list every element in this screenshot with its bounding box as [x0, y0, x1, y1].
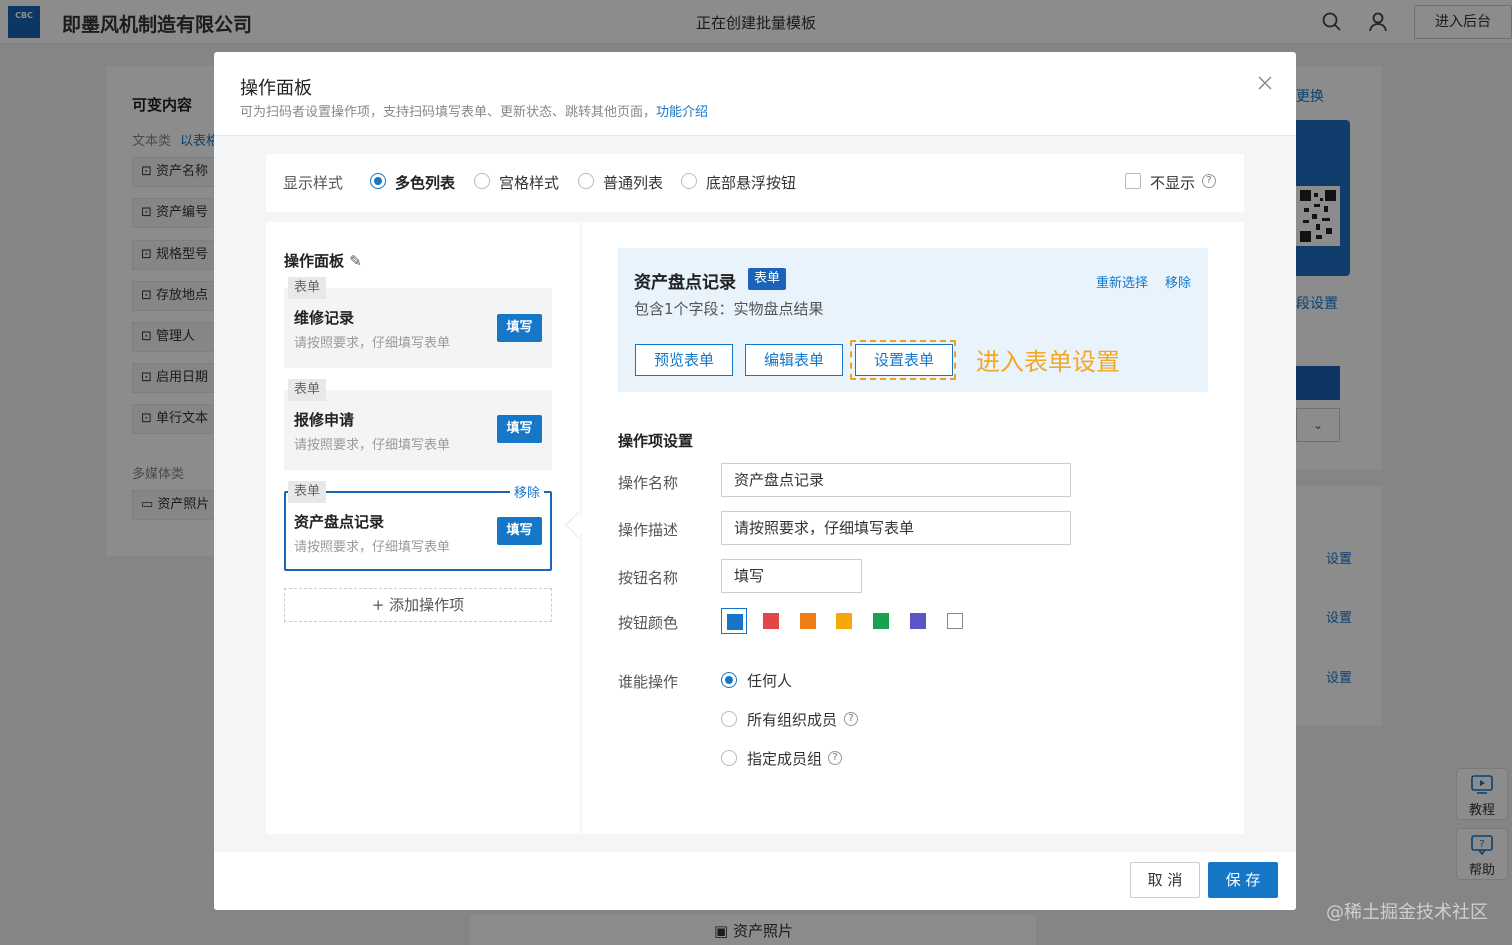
help-icon[interactable]: ? — [1202, 174, 1216, 188]
color-swatch[interactable] — [795, 608, 821, 634]
color-swatch-fill — [727, 614, 743, 630]
color-swatch[interactable] — [721, 608, 747, 634]
card-name: 维修记录 — [294, 309, 355, 327]
form-name: 资产盘点记录 — [634, 273, 736, 293]
color-swatch-fill — [799, 613, 816, 629]
card-fill-button[interactable]: 填写 — [497, 415, 542, 443]
display-style-label: 显示样式 — [283, 174, 344, 192]
operation-desc-input[interactable]: 请按照要求，仔细填写表单 — [721, 511, 1071, 545]
card-tag: 表单 — [288, 379, 327, 401]
card-fill-button[interactable]: 填写 — [497, 517, 542, 545]
cancel-button[interactable]: 取 消 — [1130, 862, 1200, 898]
color-swatch[interactable] — [868, 608, 894, 634]
color-swatch[interactable] — [942, 608, 968, 634]
color-swatch-fill — [910, 613, 926, 629]
color-swatch[interactable] — [831, 608, 857, 634]
color-swatch-fill — [873, 613, 890, 629]
edit-icon[interactable]: ✎ — [349, 252, 362, 270]
modal-subtitle: 可为扫码者设置操作项，支持扫码填写表单、更新状态、跳转其他页面，功能介绍 — [240, 105, 709, 120]
help-icon[interactable]: ? — [828, 751, 842, 765]
feature-intro-link[interactable]: 功能介绍 — [656, 105, 708, 120]
card-fill-button[interactable]: 填写 — [497, 314, 542, 342]
card-name: 报修申请 — [294, 411, 355, 429]
card-desc: 请按照要求，仔细填写表单 — [294, 336, 451, 351]
card-desc: 请按照要求，仔细填写表单 — [294, 438, 451, 453]
panel-title: 操作面板 ✎ — [284, 252, 362, 270]
permission-member-group[interactable]: 指定成员组 — [747, 748, 822, 769]
color-swatch-fill — [762, 613, 779, 629]
form-settings-button[interactable]: 设置表单 — [855, 344, 953, 376]
style-option-grid[interactable]: 宫格样式 — [499, 172, 559, 193]
operation-panel-modal: 操作面板 可为扫码者设置操作项，支持扫码填写表单、更新状态、跳转其他页面，功能介… — [214, 52, 1296, 910]
permission-radio-anyone[interactable] — [721, 672, 737, 688]
add-operation-button[interactable]: + 添加操作项 — [284, 588, 552, 622]
form-settings-hint: 进入表单设置 — [976, 348, 1120, 376]
button-color-label: 按钮颜色 — [618, 614, 679, 632]
hide-checkbox[interactable] — [1125, 173, 1141, 189]
style-radio-floating[interactable] — [681, 173, 697, 189]
style-option-list[interactable]: 普通列表 — [603, 172, 663, 193]
hide-label[interactable]: 不显示 — [1150, 172, 1195, 193]
close-icon[interactable] — [1254, 72, 1276, 94]
modal-title: 操作面板 — [240, 78, 312, 99]
form-tag: 表单 — [748, 268, 787, 290]
permission-org-members[interactable]: 所有组织成员 — [747, 709, 837, 730]
permission-radio-group[interactable] — [721, 750, 737, 766]
style-option-floating[interactable]: 底部悬浮按钮 — [706, 172, 796, 193]
permission-anyone[interactable]: 任何人 — [747, 670, 792, 691]
color-swatch[interactable] — [905, 608, 931, 634]
remove-form-link[interactable]: 移除 — [1165, 272, 1191, 291]
button-name-label: 按钮名称 — [618, 569, 679, 587]
desc-label: 操作描述 — [618, 521, 679, 539]
color-swatch-fill — [836, 613, 853, 629]
help-icon[interactable]: ? — [844, 712, 858, 726]
permission-radio-org[interactable] — [721, 711, 737, 727]
section-title: 操作项设置 — [618, 432, 694, 450]
reselect-link[interactable]: 重新选择 — [1096, 272, 1148, 291]
style-radio-grid[interactable] — [474, 173, 490, 189]
save-button[interactable]: 保 存 — [1208, 862, 1278, 898]
card-remove-link[interactable]: 移除 — [510, 482, 545, 501]
color-swatch-fill — [946, 613, 963, 629]
name-label: 操作名称 — [618, 474, 679, 492]
style-radio-list[interactable] — [578, 173, 594, 189]
card-tag: 表单 — [288, 277, 327, 299]
card-tag: 表单 — [288, 481, 327, 503]
operation-name-input[interactable]: 资产盘点记录 — [721, 463, 1071, 497]
edit-form-button[interactable]: 编辑表单 — [745, 344, 843, 376]
card-desc: 请按照要求，仔细填写表单 — [294, 540, 451, 555]
style-radio-multicolor[interactable] — [370, 173, 386, 189]
preview-form-button[interactable]: 预览表单 — [635, 344, 733, 376]
button-name-input[interactable]: 填写 — [721, 559, 862, 593]
watermark: @稀土掘金技术社区 — [1326, 902, 1488, 923]
color-swatch[interactable] — [758, 608, 784, 634]
form-fields-info: 包含1个字段：实物盘点结果 — [634, 300, 824, 318]
permission-label: 谁能操作 — [618, 673, 679, 691]
modal-header — [214, 52, 1296, 136]
card-name: 资产盘点记录 — [294, 513, 385, 531]
style-option-multicolor[interactable]: 多色列表 — [395, 172, 455, 193]
